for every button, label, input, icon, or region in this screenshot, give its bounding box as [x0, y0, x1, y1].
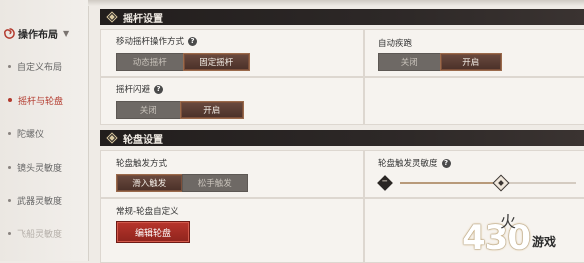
- flash-dodge-label-text: 摇杆闪避: [116, 85, 151, 95]
- option-slide-in-trigger[interactable]: 滑入触发: [116, 174, 183, 192]
- bullet-icon: [8, 98, 12, 102]
- watermark-number: 430: [462, 218, 531, 258]
- wheel-section-header: 轮盘设置: [100, 130, 584, 146]
- help-icon[interactable]: ?: [441, 158, 451, 168]
- decrease-button[interactable]: [377, 175, 393, 191]
- bullet-icon: [8, 165, 11, 169]
- empty-panel: [364, 77, 584, 125]
- option-on[interactable]: 开启: [439, 53, 502, 71]
- trigger-mode-label: 轮盘触发方式: [116, 159, 168, 169]
- option-off[interactable]: 关闭: [378, 53, 441, 71]
- sidebar-item-gyroscope[interactable]: 陀螺仪: [8, 126, 86, 140]
- sidebar-heading-label: 操作布局: [18, 29, 58, 41]
- sidebar-item-camera-sensitivity[interactable]: 镜头灵敏度: [8, 160, 86, 174]
- sidebar-item-label: 武器灵敏度: [17, 196, 63, 207]
- sidebar: 操作布局 ▼ 自定义布局 摇杆与轮盘 陀螺仪 镜头灵敏度 武器灵敏度 飞船灵敏度: [0, 0, 89, 261]
- chevron-down-icon: ▼: [63, 28, 70, 38]
- help-icon[interactable]: ?: [154, 84, 164, 94]
- auto-run-label: 自动疾跑: [378, 39, 413, 49]
- sensitivity-label-text: 轮盘触发灵敏度: [378, 159, 438, 169]
- trigger-mode-toggle: 滑入触发 松手触发: [116, 174, 248, 192]
- custom-wheel-label: 常规-轮盘自定义: [116, 207, 179, 217]
- sidebar-item-joystick-wheel[interactable]: 摇杆与轮盘: [8, 93, 86, 107]
- option-on[interactable]: 开启: [179, 101, 244, 119]
- option-release-trigger[interactable]: 松手触发: [181, 174, 248, 192]
- sensitivity-slider[interactable]: [377, 174, 584, 192]
- section-title: 轮盘设置: [123, 134, 163, 146]
- auto-run-toggle: 关闭 开启: [378, 53, 502, 71]
- bullet-icon: [8, 231, 11, 235]
- option-dynamic-joystick[interactable]: 动态摇杆: [116, 53, 184, 71]
- watermark-logo: 火 430 游戏: [462, 208, 582, 258]
- joystick-section-header: 摇杆设置: [100, 9, 584, 25]
- slider-thumb[interactable]: [492, 174, 510, 192]
- slider-fill: [400, 182, 501, 184]
- option-fixed-joystick[interactable]: 固定摇杆: [182, 53, 250, 71]
- sidebar-heading[interactable]: 操作布局 ▼: [4, 26, 70, 41]
- sidebar-item-label: 摇杆与轮盘: [18, 96, 64, 107]
- sidebar-item-label: 自定义布局: [17, 62, 63, 73]
- diamond-icon: [106, 132, 118, 144]
- section-title: 摇杆设置: [123, 13, 163, 25]
- swirl-icon: [4, 27, 15, 39]
- diamond-icon: [106, 11, 118, 23]
- top-edge: [88, 0, 584, 6]
- bullet-icon: [8, 64, 11, 68]
- watermark-text: 游戏: [531, 235, 556, 249]
- move-mode-label-text: 移动摇杆操作方式: [116, 37, 185, 47]
- sidebar-item-custom-layout[interactable]: 自定义布局: [8, 59, 86, 73]
- sidebar-item-label: 飞船灵敏度: [17, 229, 63, 240]
- help-icon[interactable]: ?: [188, 36, 198, 46]
- watermark-brush: 火: [500, 212, 517, 231]
- flash-dodge-label: 摇杆闪避 ?: [116, 83, 164, 95]
- sidebar-item-label: 陀螺仪: [17, 129, 45, 140]
- slider-track[interactable]: [400, 174, 576, 192]
- bullet-icon: [8, 198, 11, 202]
- move-mode-toggle: 动态摇杆 固定摇杆: [116, 53, 250, 71]
- sidebar-item-weapon-sensitivity[interactable]: 武器灵敏度: [8, 193, 86, 207]
- move-mode-label: 移动摇杆操作方式 ?: [116, 35, 198, 47]
- option-off[interactable]: 关闭: [116, 101, 181, 119]
- sidebar-item-label: 镜头灵敏度: [17, 163, 63, 174]
- flash-dodge-toggle: 关闭 开启: [116, 101, 244, 119]
- edit-wheel-button[interactable]: 编辑轮盘: [116, 221, 190, 243]
- bullet-icon: [8, 131, 11, 135]
- sensitivity-label: 轮盘触发灵敏度 ?: [378, 157, 451, 169]
- sidebar-item-ship-sensitivity[interactable]: 飞船灵敏度: [8, 226, 86, 240]
